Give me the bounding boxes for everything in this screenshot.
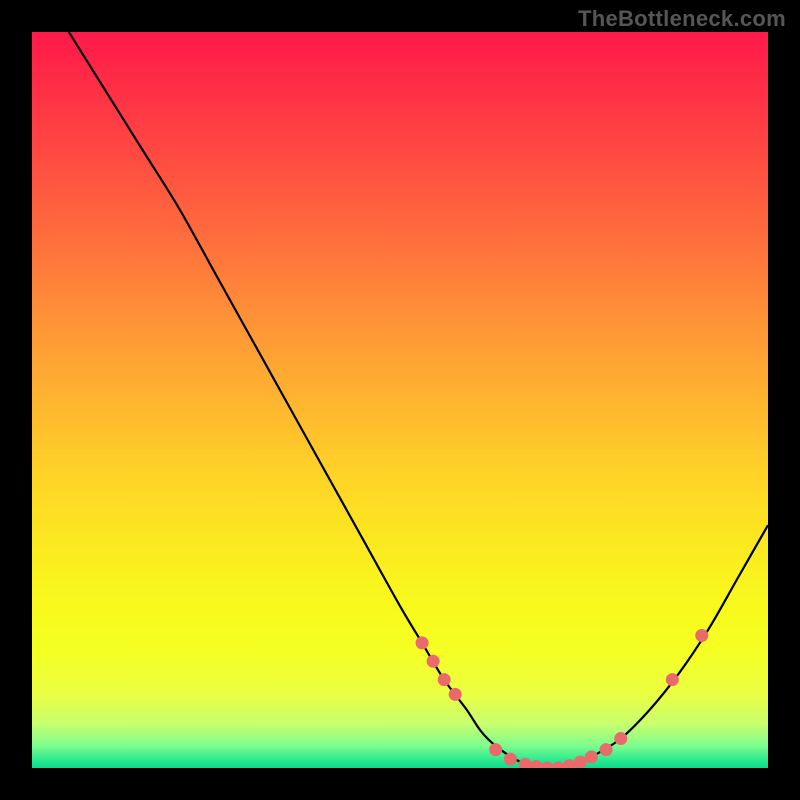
marker-point xyxy=(695,629,708,642)
marker-point xyxy=(438,673,451,686)
marker-point xyxy=(585,750,598,763)
marker-point xyxy=(530,760,543,768)
plot-area xyxy=(32,32,768,768)
marker-point xyxy=(600,743,613,756)
marker-point xyxy=(563,759,576,768)
marker-group xyxy=(416,629,709,768)
attribution-text: TheBottleneck.com xyxy=(578,6,786,32)
marker-point xyxy=(614,732,627,745)
marker-point xyxy=(489,743,502,756)
bottleneck-curve xyxy=(69,32,768,768)
marker-point xyxy=(541,762,554,769)
marker-point xyxy=(574,756,587,768)
marker-point xyxy=(552,762,565,769)
marker-point xyxy=(427,655,440,668)
marker-point xyxy=(416,636,429,649)
chart-container: TheBottleneck.com xyxy=(0,0,800,800)
curve-layer xyxy=(32,32,768,768)
marker-point xyxy=(449,688,462,701)
marker-point xyxy=(666,673,679,686)
marker-point xyxy=(504,753,517,766)
